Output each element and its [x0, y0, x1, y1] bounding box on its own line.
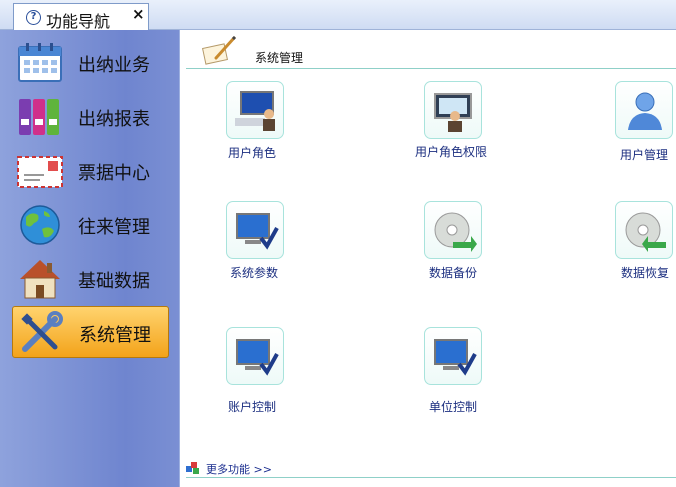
envelope-stamp-icon	[16, 149, 64, 193]
globe-icon	[16, 203, 64, 247]
function-user-management[interactable]: 用户管理	[610, 80, 676, 170]
sidebar-item-label: 票据中心	[78, 163, 150, 184]
sidebar-item-label: 系统管理	[79, 325, 151, 346]
function-label: 数据备份	[429, 266, 478, 280]
calendar-icon	[16, 41, 64, 85]
blocks-icon	[185, 460, 201, 476]
function-data-backup[interactable]: 数据备份	[415, 200, 515, 290]
sidebar-item-contact-management[interactable]: 往来管理	[12, 199, 169, 251]
sidebar-item-cashier-report[interactable]: 出纳报表	[12, 91, 169, 143]
monitor-check-icon	[226, 201, 284, 259]
function-label: 账户控制	[228, 400, 277, 414]
notepad-pen-icon	[201, 35, 238, 66]
close-icon[interactable]: ×	[132, 5, 145, 23]
tab-strip: ? 功能导航 ×	[0, 0, 676, 31]
sidebar-item-label: 基础数据	[78, 271, 150, 292]
function-account-control[interactable]: 账户控制	[220, 326, 320, 416]
sidebar-item-basic-data[interactable]: 基础数据	[12, 253, 169, 305]
sidebar-item-label: 出纳业务	[78, 55, 150, 76]
sidebar-item-bill-center[interactable]: 票据中心	[12, 145, 169, 197]
function-label: 用户管理	[620, 148, 669, 162]
function-label: 单位控制	[429, 400, 478, 414]
help-icon: ?	[26, 10, 41, 25]
house-icon	[16, 257, 64, 301]
disc-restore-icon	[615, 201, 673, 259]
function-unit-control[interactable]: 单位控制	[415, 326, 515, 416]
sidebar-item-label: 出纳报表	[78, 109, 150, 130]
function-system-parameters[interactable]: 系统参数	[220, 200, 320, 290]
user-avatar-icon	[615, 81, 673, 139]
page-title: 系统管理	[255, 51, 304, 65]
footer-divider	[186, 477, 676, 478]
disc-arrow-icon	[424, 201, 482, 259]
function-label: 系统参数	[230, 266, 279, 280]
function-user-role-permission[interactable]: 用户角色权限	[415, 80, 515, 170]
tab-label: 功能导航	[46, 12, 111, 31]
tools-icon	[17, 311, 65, 355]
binders-icon	[16, 95, 64, 139]
sidebar-item-cashier-business[interactable]: 出纳业务	[12, 37, 169, 89]
monitor-check-icon	[424, 327, 482, 385]
function-data-restore[interactable]: 数据恢复	[610, 200, 676, 290]
sidebar: 出纳业务 出纳报表 票据中心 往来管理 基础数据 系统管理	[0, 30, 180, 487]
sidebar-item-system-management[interactable]: 系统管理	[12, 306, 169, 358]
monitor-check-icon	[226, 327, 284, 385]
navigation-window: ? 功能导航 × 出纳业务 出纳报表 票据中心 往来管理 基础数据 系统管理 系…	[0, 0, 676, 487]
sidebar-item-label: 往来管理	[78, 217, 150, 238]
more-functions-link[interactable]: 更多功能 >>	[206, 461, 272, 477]
content-panel: 系统管理 用户角色 用户角色权限 用户管理 系统参数 数据备份 数据恢复 账户控…	[180, 30, 676, 487]
monitor-user-icon	[424, 81, 482, 139]
function-label: 数据恢复	[621, 266, 670, 280]
function-user-role[interactable]: 用户角色	[220, 80, 320, 170]
header-divider	[186, 68, 676, 69]
function-label: 用户角色权限	[415, 145, 488, 159]
computer-user-icon	[226, 81, 284, 139]
tab-function-navigation[interactable]: ? 功能导航 ×	[13, 3, 149, 31]
function-label: 用户角色	[228, 146, 277, 160]
